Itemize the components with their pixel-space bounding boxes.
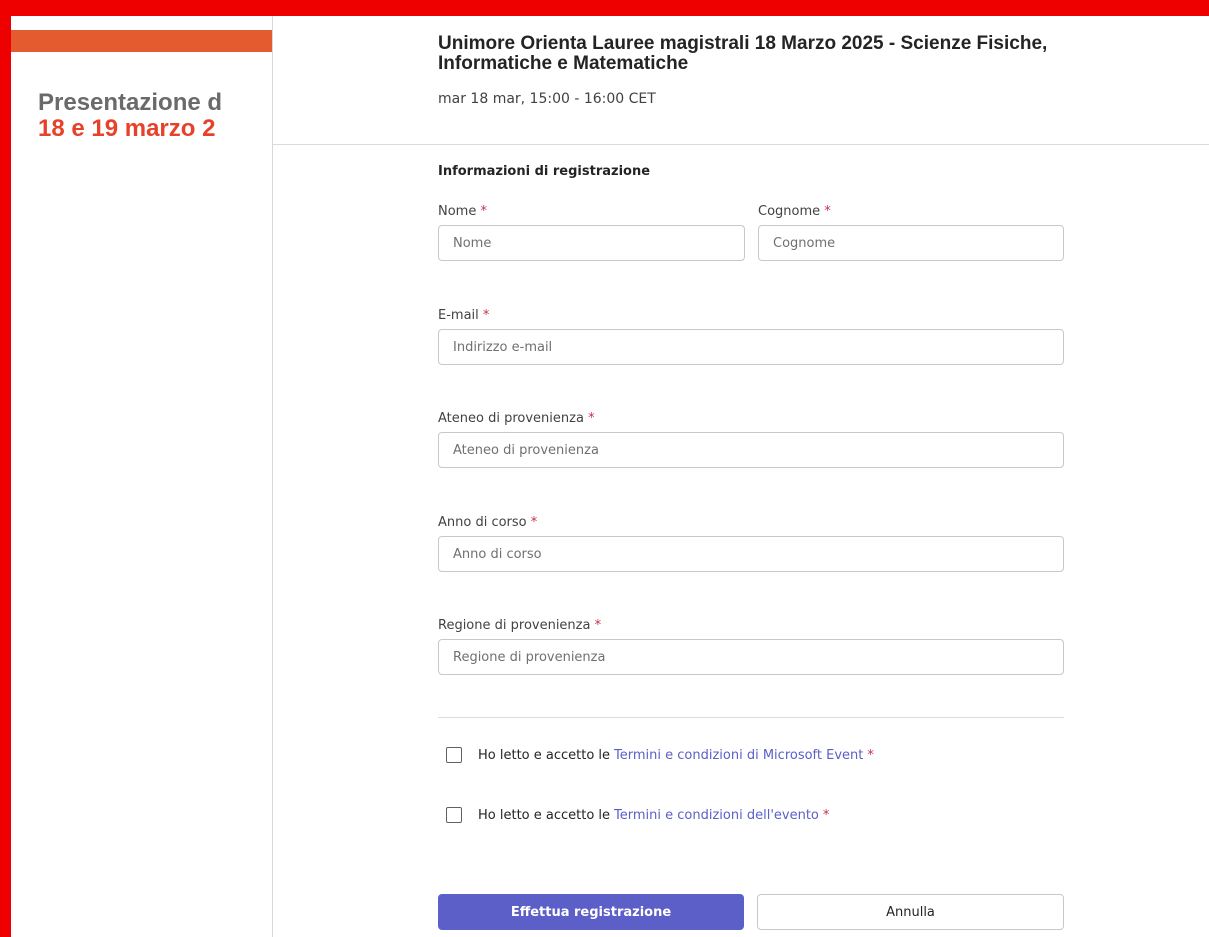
required-mark: *	[480, 204, 487, 219]
cognome-input[interactable]	[758, 225, 1064, 261]
email-input[interactable]	[438, 329, 1064, 365]
registration-panel: Unimore Orienta Lauree magistrali 18 Mar…	[272, 16, 1209, 937]
background-page: Presentazione d 18 e 19 marzo 2	[11, 16, 273, 937]
cancel-button[interactable]: Annulla	[757, 894, 1064, 930]
email-label: E-mail *	[438, 308, 490, 323]
consent-event-checkbox[interactable]	[446, 807, 462, 823]
required-mark: *	[594, 618, 602, 633]
header-divider	[273, 144, 1209, 145]
cognome-label: Cognome *	[758, 204, 831, 219]
background-orange-stripe	[11, 30, 273, 52]
event-header: Unimore Orienta Lauree magistrali 18 Mar…	[438, 33, 1058, 108]
register-button[interactable]: Effettua registrazione	[438, 894, 744, 930]
microsoft-terms-link[interactable]: Termini e condizioni di Microsoft Event	[614, 748, 863, 763]
nome-input[interactable]	[438, 225, 745, 261]
background-title: Presentazione d	[38, 89, 223, 116]
nome-label: Nome *	[438, 204, 487, 219]
required-mark: *	[867, 747, 874, 763]
regione-label: Regione di provenienza *	[438, 618, 602, 633]
ateneo-input[interactable]	[438, 432, 1064, 468]
required-mark: *	[482, 308, 490, 323]
required-mark: *	[822, 807, 830, 823]
section-label: Informazioni di registrazione	[438, 164, 651, 179]
consent-microsoft-checkbox[interactable]	[446, 747, 462, 763]
event-terms-link[interactable]: Termini e condizioni dell'evento	[614, 808, 819, 823]
consent-microsoft-row: Ho letto e accetto le Termini e condizio…	[446, 747, 874, 763]
event-title: Unimore Orienta Lauree magistrali 18 Mar…	[438, 33, 1048, 74]
event-time: mar 18 mar, 15:00 - 16:00 CET	[438, 91, 656, 107]
form-divider	[438, 717, 1064, 718]
required-mark: *	[530, 515, 538, 530]
anno-label: Anno di corso *	[438, 515, 538, 530]
regione-input[interactable]	[438, 639, 1064, 675]
consent-event-row: Ho letto e accetto le Termini e condizio…	[446, 807, 829, 823]
anno-input[interactable]	[438, 536, 1064, 572]
background-subtitle: 18 e 19 marzo 2	[38, 115, 216, 142]
required-mark: *	[824, 204, 831, 219]
red-frame-left	[0, 0, 11, 937]
required-mark: *	[588, 411, 595, 426]
red-frame-top	[0, 0, 1209, 16]
ateneo-label: Ateneo di provenienza *	[438, 411, 595, 426]
